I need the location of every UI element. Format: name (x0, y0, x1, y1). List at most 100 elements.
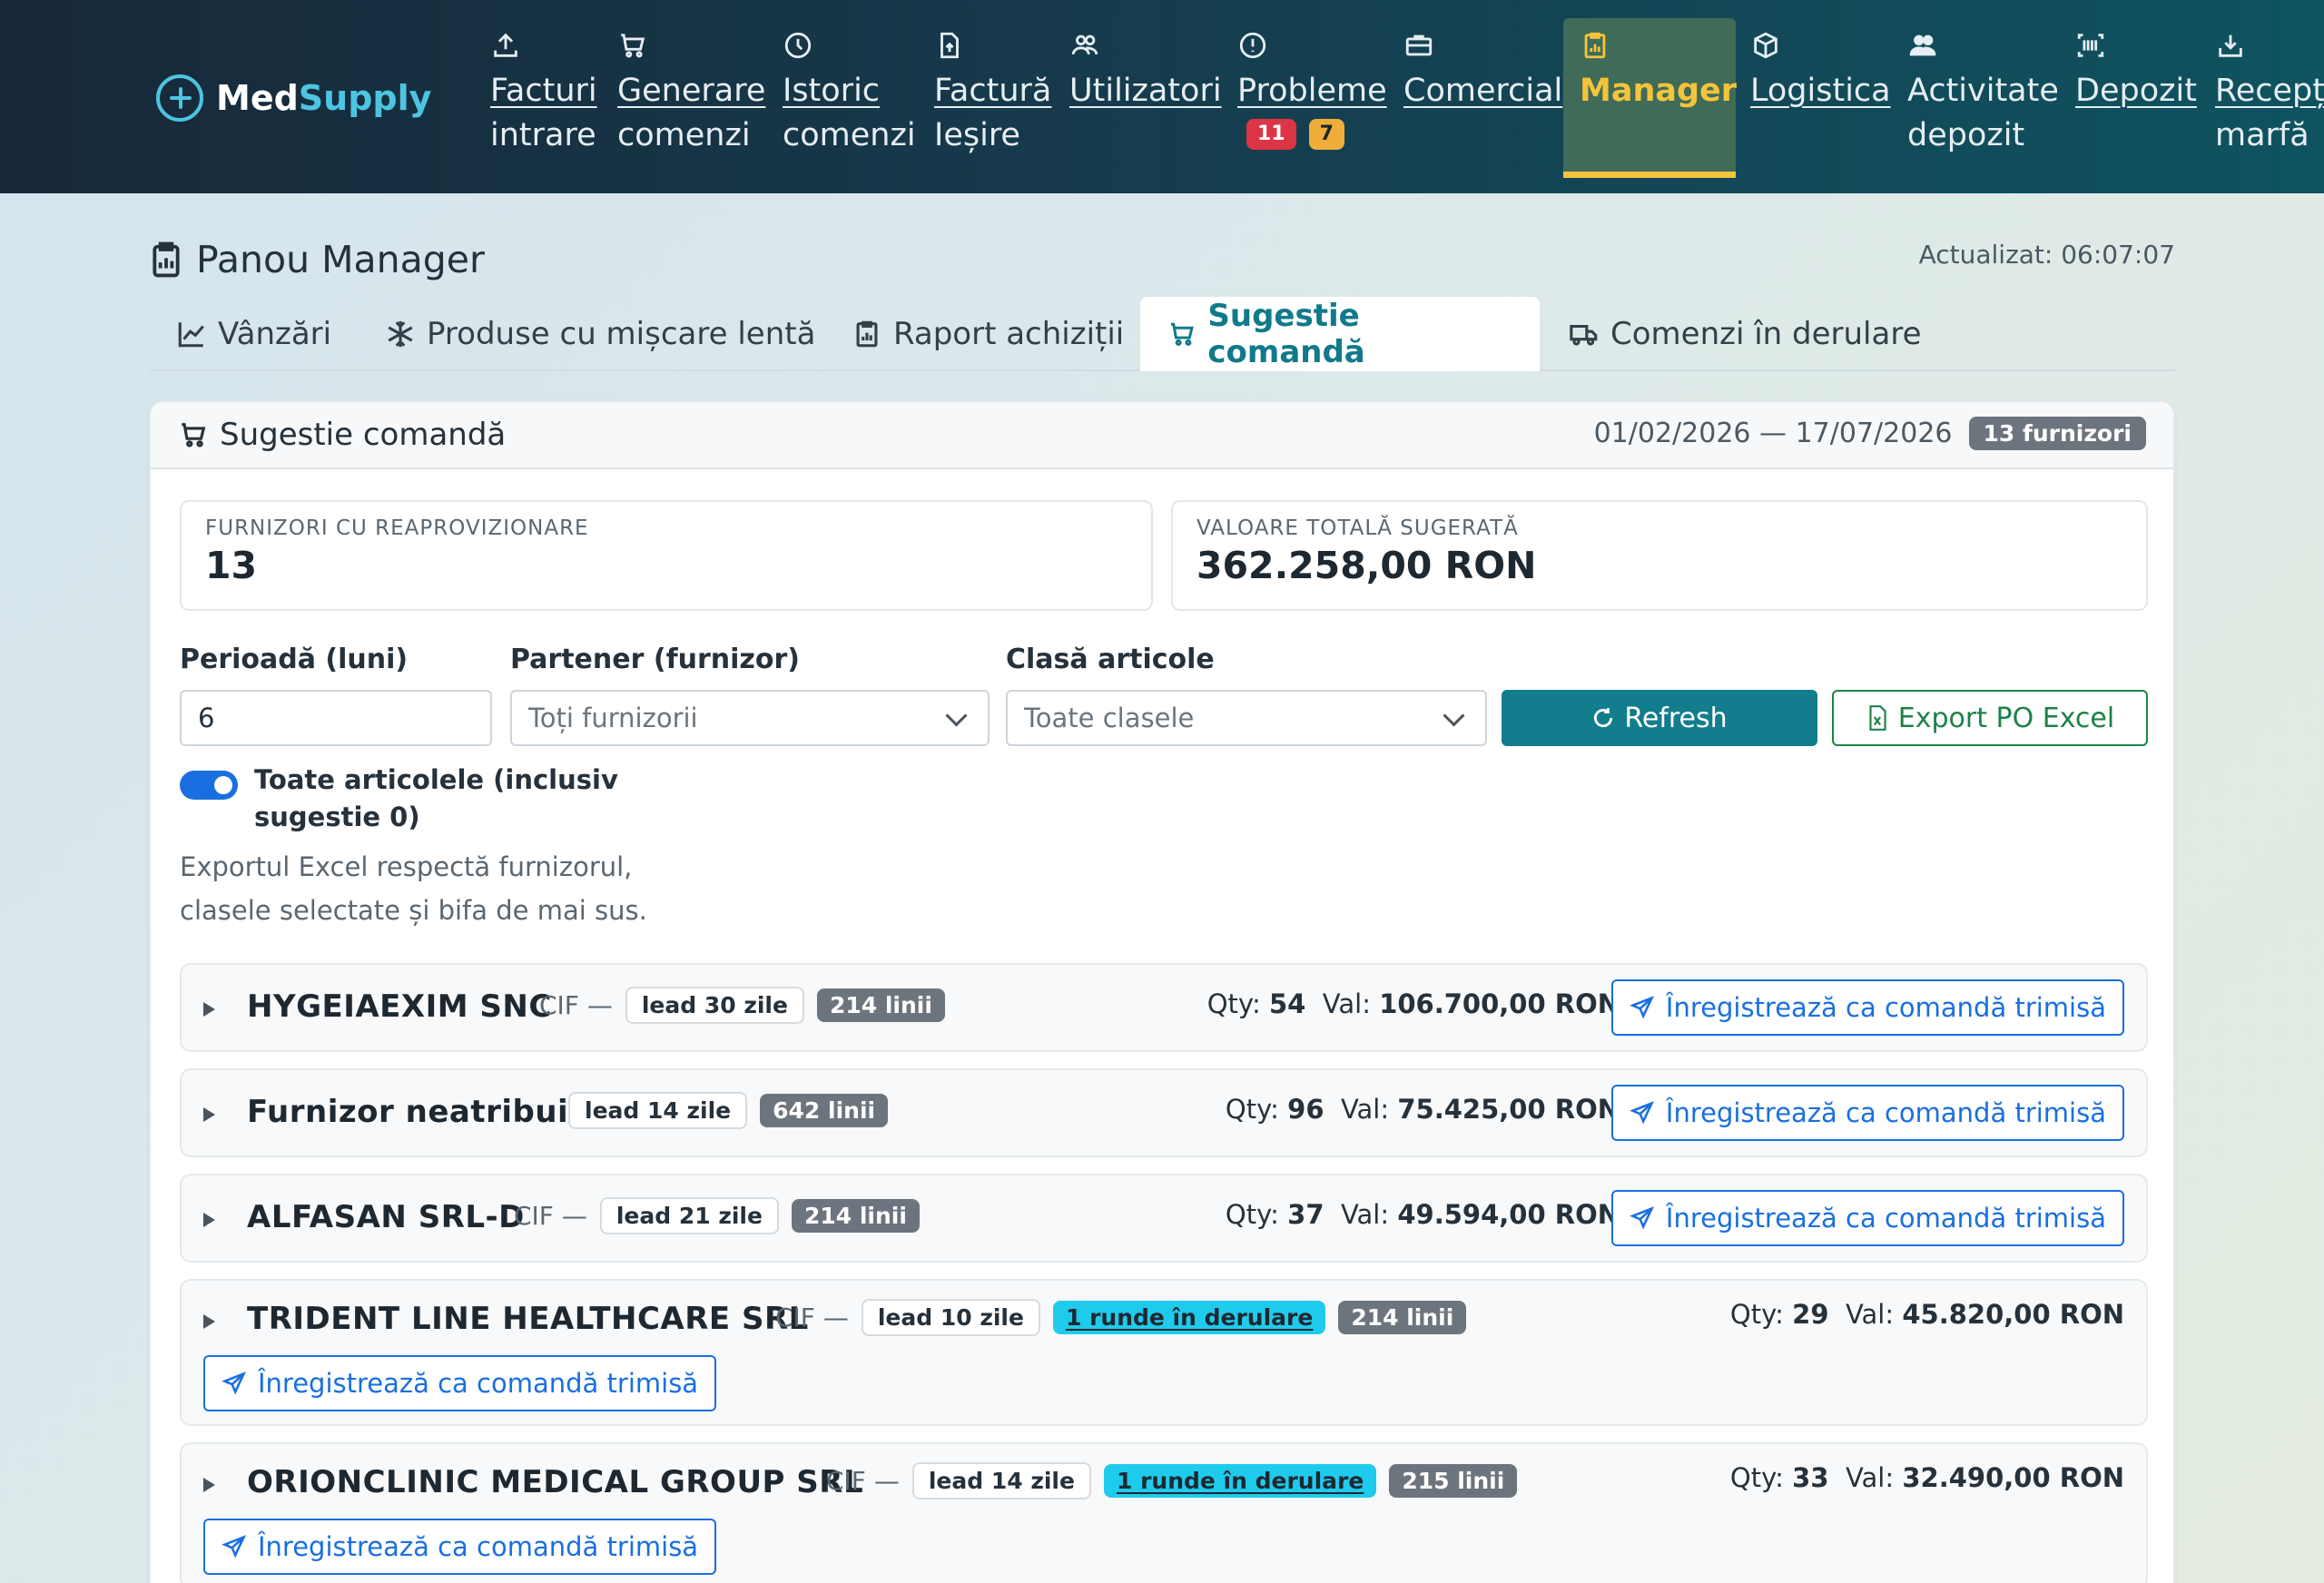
nav-receptie-marfa[interactable]: Recepți marfă (2215, 29, 2324, 158)
val-label: Val: (1322, 988, 1371, 1019)
clipboard-chart-icon (153, 241, 180, 278)
lead-time-badge: lead 14 zile (911, 1462, 1091, 1499)
export-label: Export PO Excel (1897, 702, 2115, 734)
card-title-text: Sugestie comandă (220, 417, 507, 453)
nav-logistica[interactable]: Logistica (1750, 29, 1891, 113)
all-items-toggle[interactable] (180, 771, 238, 800)
card-header: Sugestie comandă 01/02/2026 — 17/07/2026… (151, 402, 2173, 469)
file-upload-icon (934, 29, 1051, 67)
rounds-in-progress-link[interactable]: 1 runde în derulare (1052, 1301, 1326, 1334)
button-label: Înregistrează ca comandă trimisă (258, 1368, 699, 1399)
expand-caret-icon[interactable] (203, 1107, 215, 1122)
expand-caret-icon[interactable] (203, 1478, 215, 1492)
briefcase-icon (1403, 29, 1562, 67)
expand-caret-icon[interactable] (203, 1002, 215, 1017)
qty-label: Qty: (1729, 1299, 1784, 1330)
stat-label: Furnizori cu reaprovizionare (205, 516, 589, 540)
register-sent-order-button[interactable]: Înregistrează ca comandă trimisă (1610, 1190, 2124, 1246)
toggle-label: Toate articolele (inclusiv sugestie 0) (254, 764, 618, 832)
qty-label: Qty: (1225, 1094, 1279, 1125)
qty-value: 96 (1287, 1094, 1324, 1125)
qty-val: Qty: 29 Val: 45.820,00 RON (1730, 1299, 2124, 1330)
tab-vanzari[interactable]: Vânzări (149, 297, 359, 371)
register-sent-order-button[interactable]: Înregistrează ca comandă trimisă (1610, 979, 2124, 1036)
card-header-meta: 01/02/2026 — 17/07/2026 13 furnizori (1594, 417, 2146, 450)
people-icon (1907, 29, 2059, 67)
qty-label: Qty: (1206, 988, 1261, 1019)
nav-label: Comercial (1403, 73, 1563, 109)
tab-sugestie-comanda[interactable]: Sugestie comandă (1140, 297, 1540, 371)
nav-facturi-intrare[interactable]: Facturi intrare (490, 29, 597, 158)
send-icon (222, 1372, 247, 1395)
export-po-excel-button[interactable]: Export PO Excel (1832, 690, 2148, 746)
clipboard-chart-icon (856, 320, 878, 348)
supplier-row[interactable]: ALFASAN SRL-D CIF — lead 21 zile 214 lin… (180, 1174, 2148, 1263)
register-sent-order-button[interactable]: Înregistrează ca comandă trimisă (203, 1355, 717, 1411)
partner-select[interactable]: Toți furnizorii (510, 690, 990, 746)
register-sent-order-button[interactable]: Înregistrează ca comandă trimisă (203, 1519, 717, 1575)
export-help-text: Exportul Excel respectă furnizorul, clas… (180, 851, 647, 926)
barcode-icon (2075, 29, 2197, 67)
nav-istoric-comenzi[interactable]: Istoric comenzi (783, 29, 916, 158)
nav-factura-iesire[interactable]: Factură Ieșire (934, 29, 1051, 158)
supplier-count-badge: 13 furnizori (1968, 417, 2146, 450)
stat-suppliers: Furnizori cu reaprovizionare 13 (180, 500, 1153, 611)
supplier-row[interactable]: Furnizor neatribuit lead 14 zile 642 lin… (180, 1068, 2148, 1157)
val-value: 45.820,00 RON (1902, 1299, 2124, 1330)
stat-value: 362.258,00 RON (1196, 544, 1537, 587)
page-title-text: Panou Manager (196, 238, 485, 281)
nav-comercial[interactable]: Comercial (1403, 29, 1562, 113)
clock-icon (783, 29, 916, 67)
tab-label: Comenzi în derulare (1610, 316, 1922, 352)
nav-label: Istoric (783, 73, 881, 109)
qty-value: 37 (1287, 1199, 1324, 1230)
all-items-toggle-row: Toate articolele (inclusiv sugestie 0) (180, 762, 635, 836)
button-label: Înregistrează ca comandă trimisă (1665, 1097, 2106, 1128)
nav-utilizatori[interactable]: Utilizatori (1069, 29, 1222, 113)
period-input[interactable]: 6 (180, 690, 492, 746)
lead-time-badge: lead 21 zile (599, 1197, 779, 1234)
expand-caret-icon[interactable] (203, 1314, 215, 1329)
nav-generare-comenzi[interactable]: Generare comenzi (617, 29, 765, 158)
qty-val: Qty: 96 Val: 75.425,00 RON (1226, 1094, 1620, 1125)
top-navbar: MedSupply Facturi intrare Generare comenzi… (0, 0, 2324, 193)
button-label: Înregistrează ca comandă trimisă (258, 1531, 699, 1562)
val-label: Val: (1845, 1299, 1895, 1330)
rounds-in-progress-link[interactable]: 1 runde în derulare (1103, 1464, 1377, 1498)
supplier-row[interactable]: TRIDENT LINE HEALTHCARE SRL CIF — lead 1… (180, 1279, 2148, 1426)
problems-count-badge-red: 11 (1246, 119, 1296, 150)
qty-value: 54 (1268, 988, 1306, 1019)
tab-comenzi-in-derulare[interactable]: Comenzi în derulare (1541, 297, 1949, 371)
val-label: Val: (1845, 1462, 1895, 1493)
class-label: Clasă articole (1006, 644, 1215, 675)
send-icon (222, 1535, 247, 1558)
supplier-row[interactable]: ORIONCLINIC MEDICAL GROUP SRL CIF — lead… (180, 1442, 2148, 1583)
manager-tabs: Vânzări Produse cu mișcare lentă Raport … (149, 297, 2175, 371)
nav-manager[interactable]: Manager (1580, 29, 1737, 113)
qty-val: Qty: 33 Val: 32.490,00 RON (1730, 1462, 2124, 1493)
brand-logo[interactable]: MedSupply (156, 71, 431, 125)
supplier-meta: CIF — lead 30 zile 214 linii (539, 987, 945, 1024)
supplier-row[interactable]: HYGEIAEXIM SNC CIF — lead 30 zile 214 li… (180, 963, 2148, 1052)
nav-label-line2: comenzi (783, 117, 916, 153)
nav-depozit[interactable]: Depozit (2075, 29, 2197, 113)
nav-activitate-depozit[interactable]: Activitate depozit (1907, 29, 2059, 158)
val-label: Val: (1340, 1199, 1390, 1230)
expand-caret-icon[interactable] (203, 1213, 215, 1227)
nav-manager-active[interactable]: Manager (1563, 18, 1737, 178)
button-label: Înregistrează ca comandă trimisă (1665, 1203, 2106, 1234)
cif-label: CIF — (539, 990, 613, 1020)
register-sent-order-button[interactable]: Înregistrează ca comandă trimisă (1610, 1085, 2124, 1141)
supplier-name: ORIONCLINIC MEDICAL GROUP SRL (247, 1464, 864, 1500)
supplier-meta: CIF — lead 14 zile 1 runde în derulare 2… (826, 1462, 1518, 1499)
refresh-button[interactable]: Refresh (1502, 690, 1817, 746)
nav-probleme[interactable]: Probleme 11 7 (1237, 29, 1387, 150)
snowflake-icon (388, 320, 413, 348)
nav-label-line2: depozit (1907, 117, 2025, 153)
val-label: Val: (1340, 1094, 1390, 1125)
send-icon (1630, 1206, 1654, 1230)
refresh-label: Refresh (1624, 702, 1728, 734)
tab-produse-miscare-lenta[interactable]: Produse cu mișcare lentă (358, 297, 842, 371)
tab-raport-achizitii[interactable]: Raport achiziții (824, 297, 1151, 371)
class-select[interactable]: Toate clasele (1006, 690, 1487, 746)
